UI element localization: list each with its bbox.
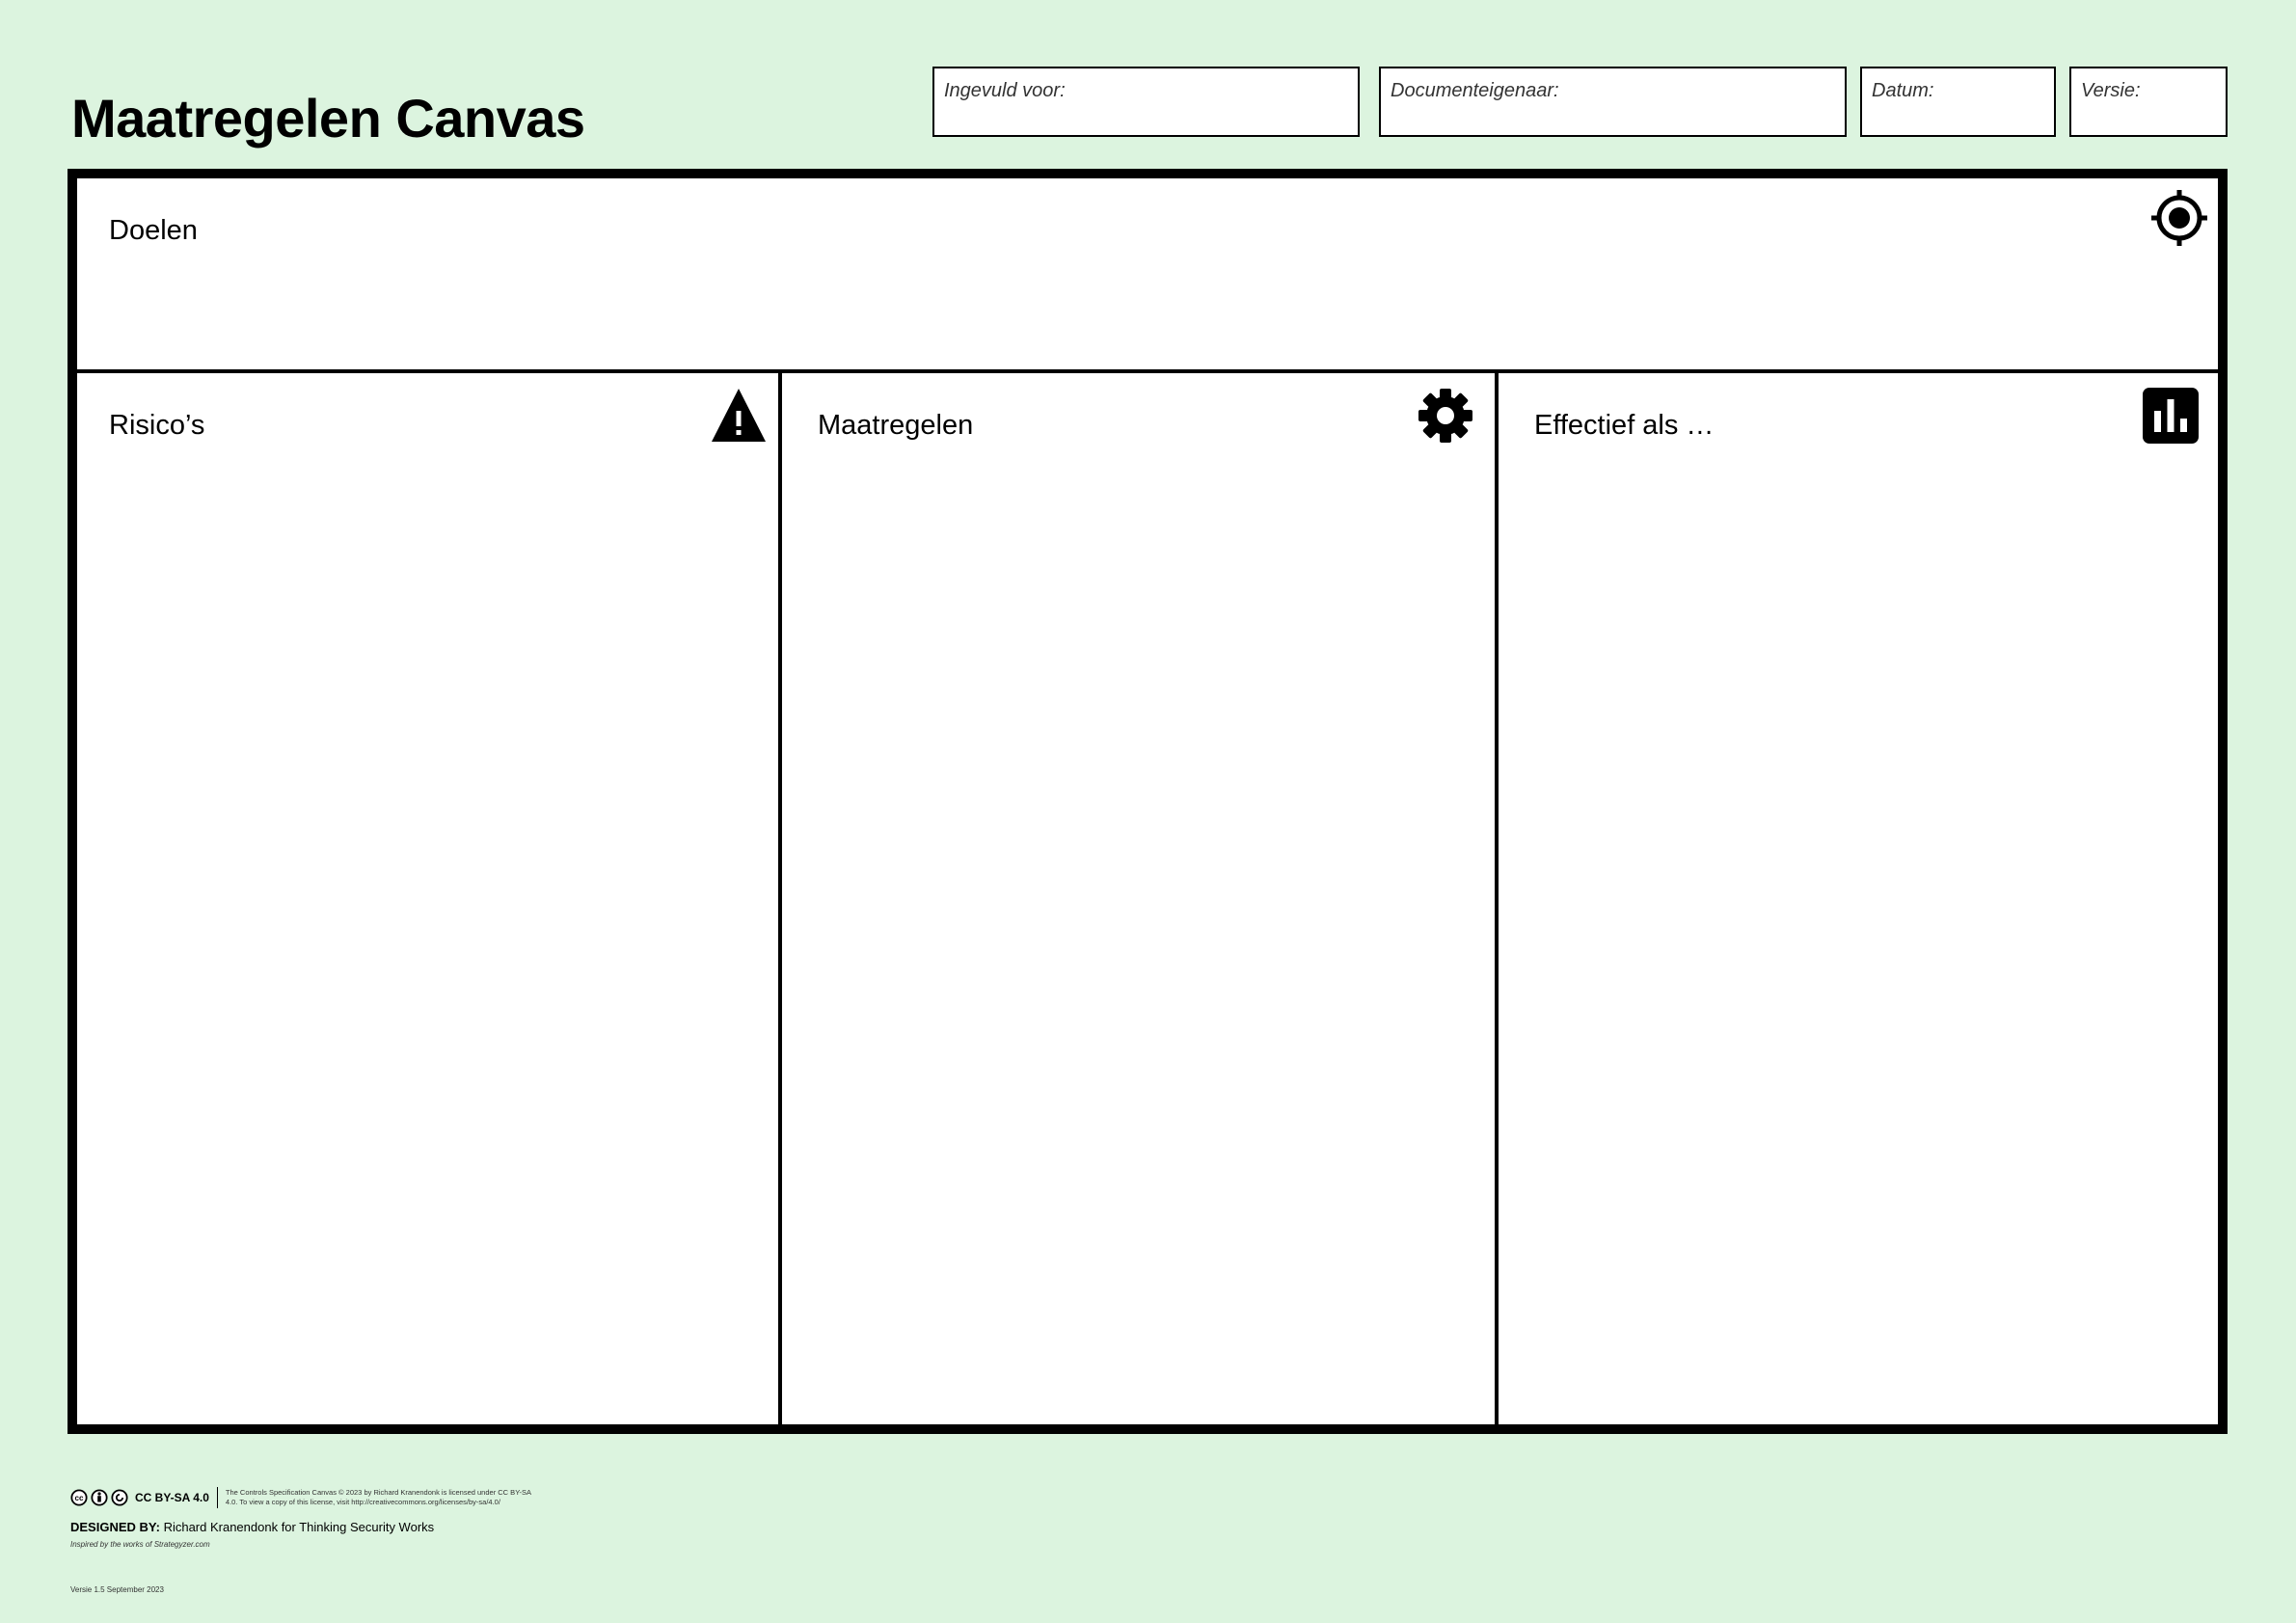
maatregelen-panel[interactable]: Maatregelen: [782, 373, 1495, 1424]
risicos-panel[interactable]: Risico’s: [77, 373, 778, 1424]
page-title: Maatregelen Canvas: [71, 88, 585, 149]
gear-icon: [1418, 389, 1472, 443]
doelen-label: Doelen: [109, 215, 198, 246]
datum-label: Datum:: [1872, 80, 1934, 101]
version-text: Versie 1.5 September 2023: [70, 1585, 164, 1594]
versie-label: Versie:: [2081, 80, 2141, 101]
documenteigenaar-label: Documenteigenaar:: [1391, 80, 1559, 101]
cc-separator: [216, 1487, 218, 1508]
footer: cc CC BY-SA 4.0 The Controls Specificati…: [70, 1487, 544, 1549]
designed-by-value: Richard Kranendonk for Thinking Security…: [163, 1520, 435, 1534]
documenteigenaar-field[interactable]: Documenteigenaar:: [1379, 67, 1847, 137]
effectief-panel[interactable]: Effectief als …: [1499, 373, 2218, 1424]
effectief-label: Effectief als …: [1534, 410, 1715, 441]
versie-field[interactable]: Versie:: [2069, 67, 2228, 137]
datum-field[interactable]: Datum:: [1860, 67, 2056, 137]
risicos-label: Risico’s: [109, 410, 205, 441]
designed-by-label: DESIGNED BY:: [70, 1520, 160, 1534]
ingevuld-voor-field[interactable]: Ingevuld voor:: [932, 67, 1360, 137]
target-icon: [2151, 190, 2207, 246]
creative-commons-icon[interactable]: cc: [70, 1489, 88, 1506]
cc-license-row: cc CC BY-SA 4.0 The Controls Specificati…: [70, 1487, 544, 1508]
bar-chart-icon: [2143, 388, 2199, 444]
share-alike-icon: [111, 1489, 128, 1506]
maatregelen-label: Maatregelen: [818, 410, 974, 441]
svg-text:cc: cc: [75, 1494, 84, 1502]
license-text: The Controls Specification Canvas © 2023…: [225, 1488, 531, 1506]
attribution-icon: [91, 1489, 108, 1506]
doelen-panel[interactable]: Doelen: [77, 178, 2218, 369]
warning-icon: [712, 389, 766, 442]
ingevuld-voor-label: Ingevuld voor:: [944, 80, 1066, 101]
cc-badge: CC BY-SA 4.0: [135, 1491, 209, 1504]
designed-by: DESIGNED BY: Richard Kranendonk for Thin…: [70, 1520, 544, 1534]
inspired-by: Inspired by the works of Strategyzer.com: [70, 1540, 210, 1549]
canvas-grid: Doelen Risico’s Maatregelen Effectief al…: [68, 169, 2228, 1434]
